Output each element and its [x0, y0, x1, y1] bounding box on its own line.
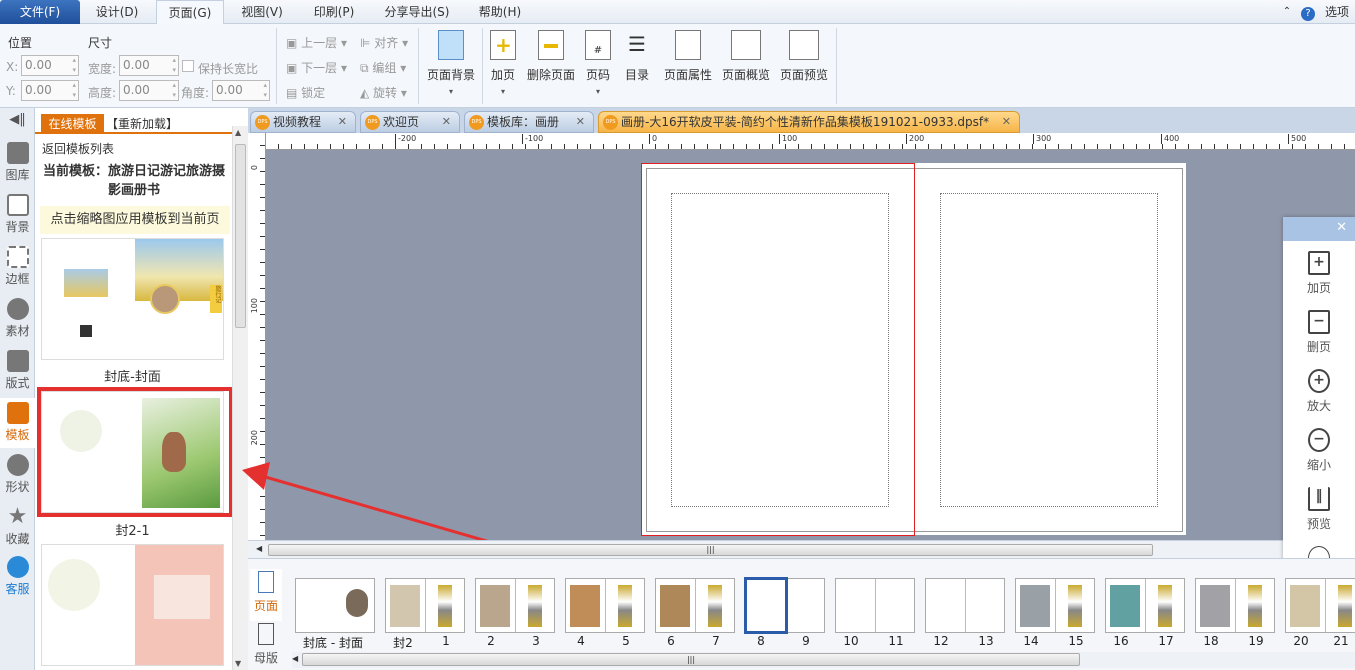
- page-label: 17: [1158, 634, 1174, 648]
- page-label: 9: [802, 634, 810, 648]
- page-thumbnail[interactable]: [925, 578, 1005, 633]
- page-thumbnail[interactable]: [655, 578, 735, 633]
- page-label: 15: [1068, 634, 1084, 648]
- canvas-hscrollbar[interactable]: ◀ |||: [248, 540, 1355, 558]
- page-icon: [258, 571, 274, 593]
- page-thumbnail[interactable]: [475, 578, 555, 633]
- page-thumbnail[interactable]: [1195, 578, 1275, 633]
- selected-page-marker: [744, 577, 788, 634]
- quick-actions-panel: ✕ +加页 −删页 +放大 −缩小 ‖预览 分享: [1283, 217, 1355, 602]
- tab-master[interactable]: 母版: [250, 623, 282, 669]
- page-strip-scrollbar[interactable]: ◀ |||: [292, 652, 1355, 668]
- add-page-icon: +: [1308, 251, 1330, 275]
- page-label: 14: [1023, 634, 1039, 648]
- zoom-out-button[interactable]: − 缩小: [1283, 428, 1355, 473]
- master-page-icon: [258, 623, 274, 645]
- page-thumbnail[interactable]: [1105, 578, 1185, 633]
- zoom-in-button[interactable]: + 放大: [1283, 369, 1355, 414]
- page-label: 5: [622, 634, 630, 648]
- page-label: 3: [532, 634, 540, 648]
- page-label: 20: [1293, 634, 1309, 648]
- page-label: 封底 - 封面: [303, 636, 363, 650]
- page-label: 19: [1248, 634, 1264, 648]
- close-icon[interactable]: ✕: [1336, 220, 1347, 235]
- page-strip-scroll-thumb[interactable]: |||: [302, 653, 1080, 666]
- zoom-in-icon: +: [1308, 369, 1330, 393]
- page-thumbnail[interactable]: [744, 577, 825, 634]
- quick-delete-page-button[interactable]: − 删页: [1283, 310, 1355, 355]
- quick-add-page-button[interactable]: + 加页: [1283, 251, 1355, 296]
- page-label: 21: [1333, 634, 1349, 648]
- canvas-scroll-thumb[interactable]: |||: [268, 544, 1153, 556]
- page-thumbnail[interactable]: [1015, 578, 1095, 633]
- page-label: 7: [712, 634, 720, 648]
- page-label: 16: [1113, 634, 1129, 648]
- page-label: 13: [978, 634, 994, 648]
- page-thumbnail[interactable]: [565, 578, 645, 633]
- tab-pages[interactable]: 页面: [250, 569, 282, 621]
- page-label: 封2: [393, 636, 413, 650]
- page-thumbnail[interactable]: [295, 578, 375, 633]
- page-label: 6: [667, 634, 675, 648]
- zoom-out-icon: −: [1308, 428, 1330, 452]
- page-label: 4: [577, 634, 585, 648]
- page-label: 1: [442, 634, 450, 648]
- page-thumbnail[interactable]: [835, 578, 915, 633]
- preview-button[interactable]: ‖ 预览: [1283, 487, 1355, 532]
- book-icon: ‖: [1308, 487, 1330, 511]
- page-label: 8: [757, 634, 765, 648]
- page-label: 18: [1203, 634, 1219, 648]
- page-label: 10: [843, 634, 859, 648]
- page-label: 12: [933, 634, 949, 648]
- page-thumbnail[interactable]: [1285, 578, 1355, 633]
- delete-page-icon: −: [1308, 310, 1330, 334]
- page-thumbnail[interactable]: [385, 578, 465, 633]
- page-label: 2: [487, 634, 495, 648]
- page-label: 11: [888, 634, 904, 648]
